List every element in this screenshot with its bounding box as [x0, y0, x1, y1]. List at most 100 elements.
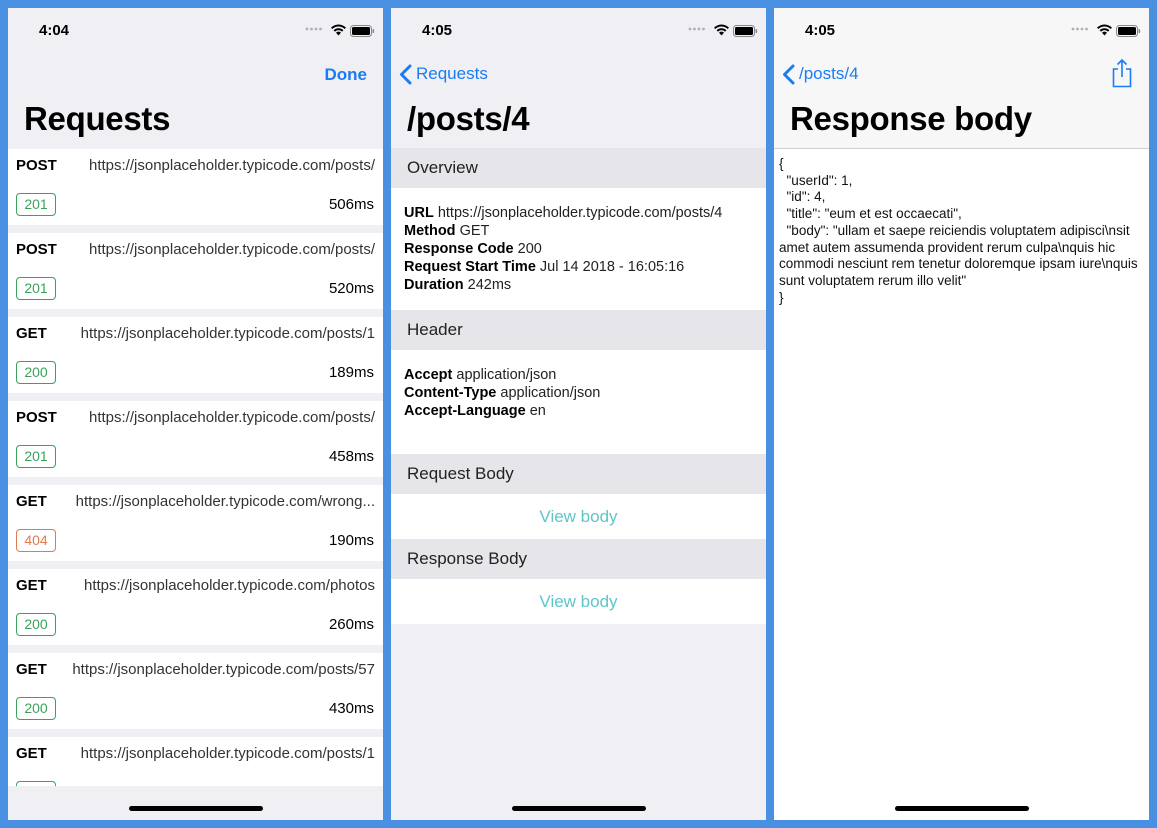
home-indicator-area: [774, 786, 1149, 820]
request-method: POST: [16, 157, 57, 174]
requests-list: POST https://jsonplaceholder.typicode.com…: [8, 149, 383, 820]
status-time: 4:05: [422, 22, 453, 39]
header-section-header: Header: [391, 310, 766, 350]
request-duration: 458ms: [328, 448, 374, 465]
request-url: https://jsonplaceholder.typicode.com/pho…: [83, 577, 375, 594]
request-url: https://jsonplaceholder.typicode.com/pos…: [80, 325, 375, 342]
signal-icon: [305, 26, 323, 34]
request-url: https://jsonplaceholder.typicode.com/pos…: [89, 157, 375, 174]
header-value: application/json: [456, 367, 557, 383]
overview-value: Jul 14 2018 - 16:05:16: [539, 259, 685, 275]
done-button[interactable]: Done: [325, 65, 368, 85]
header-key: Accept: [404, 367, 453, 383]
request-method: GET: [16, 577, 47, 594]
wifi-icon: [713, 23, 730, 36]
request-duration: 506ms: [328, 196, 374, 213]
overview-key: Request Start Time: [404, 259, 536, 275]
request-list-item[interactable]: POST https://jsonplaceholder.typicode.com…: [8, 149, 383, 225]
header-row: Accept-Language en: [404, 402, 753, 420]
overview-row: Response Code 200: [404, 240, 753, 258]
header-key: Content-Type: [404, 385, 497, 401]
status-badge: 201: [16, 193, 56, 216]
page-title: Response body: [790, 100, 1032, 137]
request-list-item[interactable]: POST https://jsonplaceholder.typicode.com…: [8, 401, 383, 477]
battery-icon: [1116, 25, 1141, 37]
request-duration: 260ms: [328, 616, 374, 633]
request-list-item[interactable]: GET https://jsonplaceholder.typicode.com/…: [8, 569, 383, 645]
request-method: POST: [16, 241, 57, 258]
home-indicator[interactable]: [894, 806, 1029, 811]
share-icon: [1112, 58, 1132, 88]
status-badge: 201: [16, 445, 56, 468]
header-value: en: [529, 403, 546, 419]
view-response-body-button[interactable]: View body: [391, 579, 766, 624]
status-badge: 200: [16, 613, 56, 636]
overview-key: Method: [404, 223, 456, 239]
back-button-label: Requests: [416, 64, 488, 83]
overview-key: Response Code: [404, 241, 514, 257]
chevron-left-icon: [783, 64, 795, 84]
status-time: 4:05: [805, 22, 836, 39]
overview-value: GET: [459, 223, 490, 239]
response-body-text: { "userId": 1, "id": 4, "title": "eum et…: [779, 156, 1138, 305]
status-badge: 200: [16, 697, 56, 720]
view-request-body-button[interactable]: View body: [391, 494, 766, 539]
overview-row: Method GET: [404, 222, 753, 240]
status-badge: 201: [16, 277, 56, 300]
overview-value: https://jsonplaceholder.typicode.com/pos…: [437, 205, 723, 221]
status-bar: 4:04: [8, 8, 383, 54]
request-url: https://jsonplaceholder.typicode.com/pos…: [80, 745, 375, 762]
request-method: POST: [16, 409, 57, 426]
signal-icon: [688, 26, 706, 34]
request-duration: 430ms: [328, 700, 374, 717]
request-url: https://jsonplaceholder.typicode.com/pos…: [89, 409, 375, 426]
overview-section-header: Overview: [391, 148, 766, 188]
overview-value: 200: [517, 241, 542, 257]
overview-row: URL https://jsonplaceholder.typicode.com…: [404, 204, 753, 222]
overview-key: Duration: [404, 277, 464, 293]
request-url: https://jsonplaceholder.typicode.com/pos…: [89, 241, 375, 258]
battery-icon: [733, 25, 758, 37]
status-bar: 4:05: [391, 8, 766, 54]
request-duration: 189ms: [328, 364, 374, 381]
status-badge: 404: [16, 529, 56, 552]
navigation-bar: Done: [8, 54, 383, 94]
request-method: GET: [16, 493, 47, 510]
signal-icon: [1071, 26, 1089, 34]
back-button[interactable]: /posts/4: [782, 62, 859, 86]
overview-key: URL: [404, 205, 434, 221]
share-button[interactable]: [1111, 58, 1133, 93]
status-time: 4:04: [39, 22, 70, 39]
header-key: Accept-Language: [404, 403, 526, 419]
request-list-item[interactable]: GET https://jsonplaceholder.typicode.com/…: [8, 317, 383, 393]
battery-icon: [350, 25, 375, 37]
header-row: Content-Type application/json: [404, 384, 753, 402]
wifi-icon: [1096, 23, 1113, 36]
request-list-item[interactable]: POST https://jsonplaceholder.typicode.com…: [8, 233, 383, 309]
wifi-icon: [330, 23, 347, 36]
back-button-label: /posts/4: [799, 64, 859, 83]
home-indicator[interactable]: [128, 806, 263, 811]
overview-row: Duration 242ms: [404, 276, 753, 294]
request-method: GET: [16, 325, 47, 342]
home-indicator-area: [8, 786, 383, 820]
divider: [774, 148, 1149, 149]
request-list-item[interactable]: GET https://jsonplaceholder.typicode.com/…: [8, 653, 383, 729]
request-detail: Overview URL https://jsonplaceholder.typ…: [391, 148, 766, 624]
status-bar: 4:05: [774, 8, 1149, 54]
request-method: GET: [16, 661, 47, 678]
home-indicator[interactable]: [511, 806, 646, 811]
navigation-bar: /posts/4: [774, 54, 1149, 94]
overview-section: URL https://jsonplaceholder.typicode.com…: [391, 188, 766, 310]
request-duration: 520ms: [328, 280, 374, 297]
request-method: GET: [16, 745, 47, 762]
home-indicator-area: [391, 786, 766, 820]
request-url: https://jsonplaceholder.typicode.com/pos…: [72, 661, 375, 678]
response-body-screen: 4:05 /posts/4 Response body { "userId": …: [774, 8, 1149, 820]
header-row: Accept application/json: [404, 366, 753, 384]
request-list-item[interactable]: GET https://jsonplaceholder.typicode.com/…: [8, 485, 383, 561]
header-value: application/json: [500, 385, 601, 401]
overview-row: Request Start Time Jul 14 2018 - 16:05:1…: [404, 258, 753, 276]
back-button[interactable]: Requests: [399, 62, 488, 86]
request-duration: 190ms: [328, 532, 374, 549]
